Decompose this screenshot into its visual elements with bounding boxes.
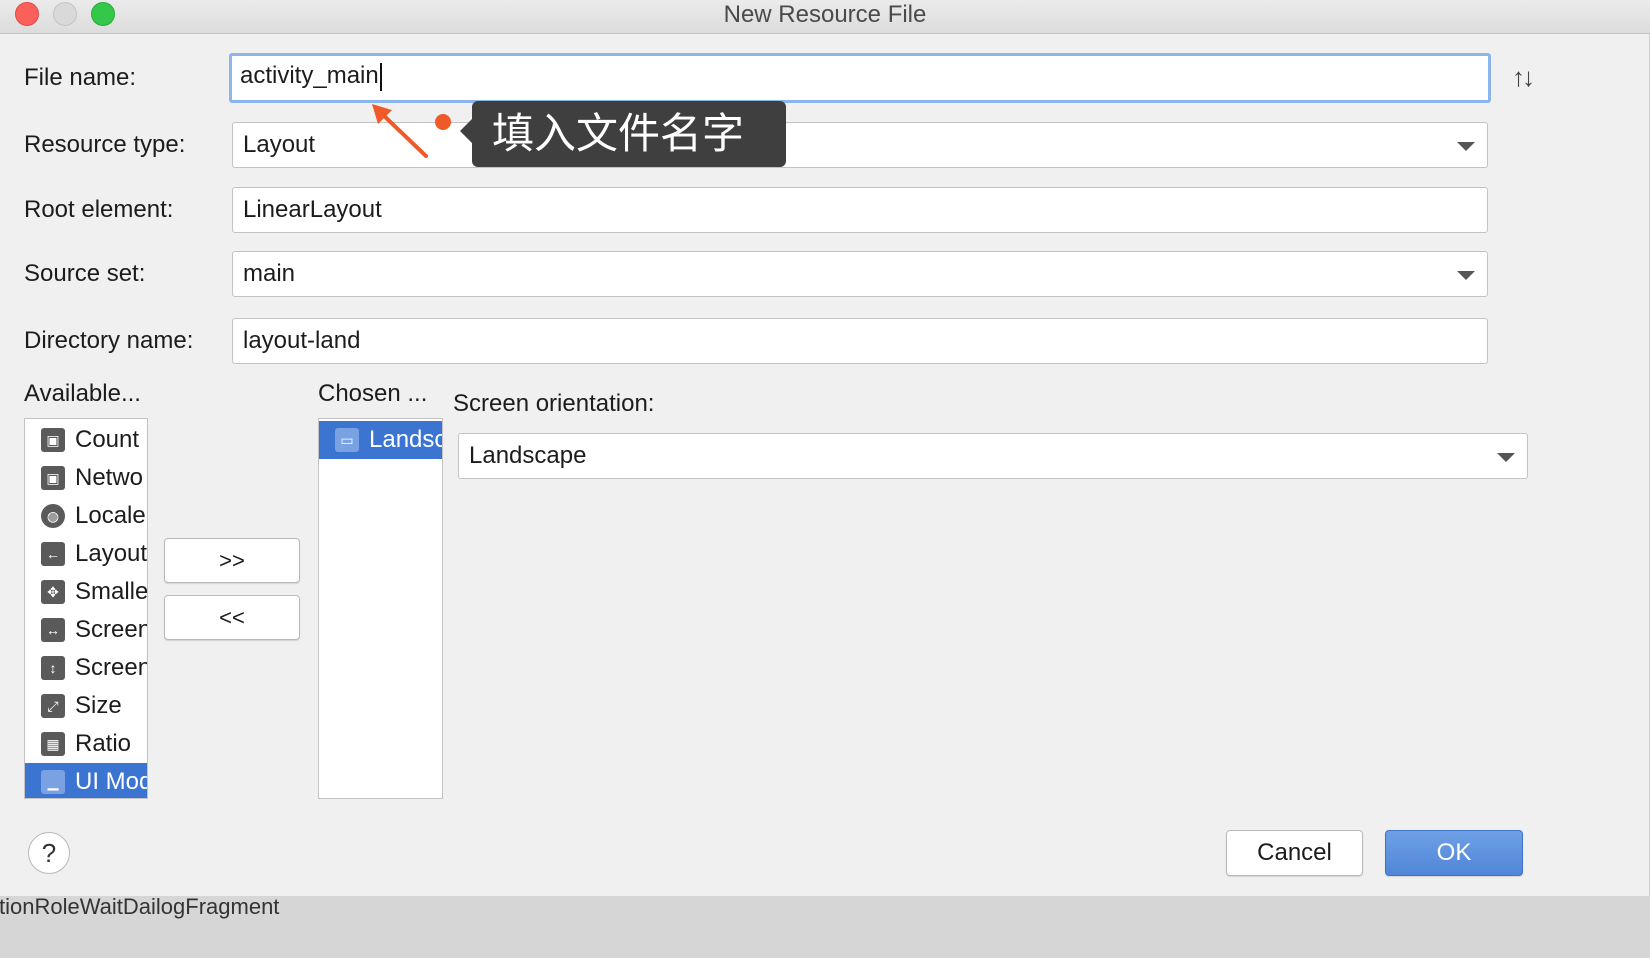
list-item-label: Landsc	[369, 426, 443, 453]
list-item[interactable]: ▦ Ratio	[25, 725, 147, 763]
list-item-label: UI Mod	[75, 768, 148, 795]
help-button[interactable]: ?	[28, 832, 70, 874]
chosen-qualifiers-label: Chosen ...	[318, 380, 428, 407]
available-qualifiers-list[interactable]: ▣ Count ▣ Netwo ◍ Locale ← Layout ✥ Smalle ↔ S…	[24, 418, 148, 799]
text-caret	[379, 62, 382, 91]
source-set-label: Source set:	[24, 260, 146, 287]
cancel-button[interactable]: Cancel	[1226, 830, 1363, 876]
new-resource-file-dialog: New Resource File File name: activity_ma…	[0, 0, 1650, 944]
resource-type-value: Layout	[243, 131, 316, 158]
root-element-input[interactable]: LinearLayout	[232, 187, 1488, 233]
orientation-icon: ▭	[335, 428, 359, 452]
list-item-label: Size	[75, 692, 122, 719]
ok-button[interactable]: OK	[1385, 830, 1523, 876]
resource-type-label: Resource type:	[24, 131, 186, 158]
list-item[interactable]: ▣ Count	[25, 421, 147, 459]
list-item-label: Smalle	[75, 578, 148, 605]
list-item-selected[interactable]: ▁ UI Mod	[25, 763, 148, 798]
file-name-input[interactable]: activity_main	[229, 53, 1491, 103]
layout-direction-icon: ←	[41, 542, 65, 566]
root-element-label: Root element:	[24, 196, 174, 223]
list-item-label: Count	[75, 426, 140, 453]
source-set-select[interactable]: main	[232, 251, 1488, 297]
add-qualifier-button[interactable]: >>	[164, 538, 300, 583]
screen-orientation-label: Screen orientation:	[453, 390, 655, 417]
country-code-icon: ▣	[41, 428, 65, 452]
list-item[interactable]: ⤢ Size	[25, 687, 147, 725]
list-item[interactable]: ◍ Locale	[25, 497, 147, 535]
root-element-value: LinearLayout	[243, 196, 382, 223]
screen-orientation-value: Landscape	[469, 442, 587, 469]
list-item-label: Screen	[75, 654, 148, 681]
chosen-qualifiers-list[interactable]: ▭ Landsc	[318, 418, 443, 799]
window-title: New Resource File	[723, 1, 927, 28]
screen-orientation-select[interactable]: Landscape	[458, 433, 1528, 479]
globe-icon: ◍	[41, 504, 65, 528]
annotation-tooltip: 填入文件名字	[460, 101, 786, 167]
ui-mode-icon: ▁	[41, 770, 65, 794]
directory-name-value: layout-land	[243, 327, 361, 354]
remove-qualifier-button[interactable]: <<	[164, 595, 300, 640]
file-name-value: activity_main	[240, 62, 379, 89]
list-item-label: Layout	[75, 540, 148, 567]
smallest-width-icon: ✥	[41, 580, 65, 604]
file-name-label: File name:	[24, 64, 137, 91]
annotation-dot	[435, 114, 451, 130]
background-strip-text: ctionRoleWaitDailogFragment	[0, 896, 280, 919]
directory-name-label: Directory name:	[24, 327, 194, 354]
screen-width-icon: ↔	[41, 618, 65, 642]
directory-name-input[interactable]: layout-land	[232, 318, 1488, 364]
list-item-label: Locale	[75, 502, 146, 529]
list-item-label: Netwo	[75, 464, 144, 491]
size-icon: ⤢	[41, 694, 65, 718]
list-item[interactable]: ✥ Smalle	[25, 573, 147, 611]
source-set-value: main	[243, 260, 296, 287]
list-item[interactable]: ← Layout	[25, 535, 147, 573]
background-editor-strip: ctionRoleWaitDailogFragment	[0, 896, 1650, 958]
network-code-icon: ▣	[41, 466, 65, 490]
list-item[interactable]: ▣ Netwo	[25, 459, 147, 497]
list-item[interactable]: ↕ Screen	[25, 649, 147, 687]
screen-height-icon: ↕	[41, 656, 65, 680]
list-item-label: Ratio	[75, 730, 132, 757]
list-item[interactable]: ↔ Screen	[25, 611, 147, 649]
list-item-selected[interactable]: ▭ Landsc	[319, 421, 442, 459]
sort-order-icon[interactable]: ↑↓	[1512, 62, 1535, 93]
ratio-icon: ▦	[41, 732, 65, 756]
annotation-arrow-icon	[372, 104, 428, 158]
title-bar: New Resource File	[0, 0, 1650, 34]
available-qualifiers-label: Available...	[24, 380, 141, 407]
list-item-label: Screen	[75, 616, 148, 643]
